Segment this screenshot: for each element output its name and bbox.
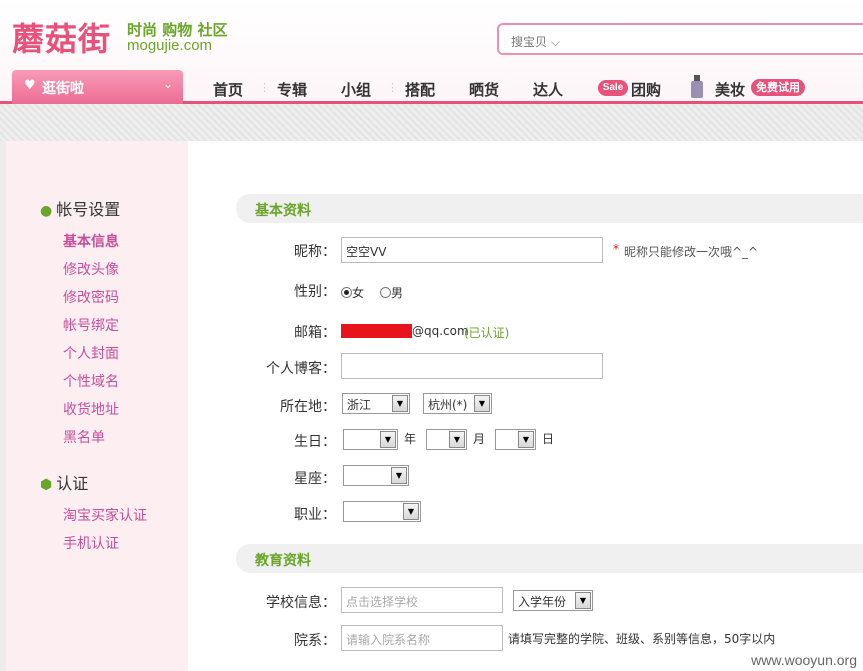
nav-separator: ⋮ [387, 81, 398, 94]
shield-icon: ⬢ [40, 477, 53, 493]
dropdown-arrow-icon: ▼ [449, 431, 465, 448]
sidebar-item-taobao-verify[interactable]: 淘宝买家认证 [63, 505, 147, 525]
go-street-menu[interactable]: ♥ 逛街啦 ⌄ [12, 70, 183, 104]
blog-field[interactable] [341, 353, 603, 379]
email-verified-status: (已认证) [464, 326, 510, 340]
go-street-label: 逛街啦 [42, 81, 84, 97]
province-select[interactable]: 浙江 ▼ [342, 393, 410, 414]
birthday-label: 生日： [294, 434, 336, 450]
city-value: 杭州(*) [428, 398, 468, 412]
radio-female[interactable] [341, 287, 352, 298]
account-settings-heading: ● 帐号设置 [40, 196, 120, 220]
email-suffix: @qq.com [412, 324, 469, 338]
nav-groups[interactable]: 小组 [341, 79, 371, 100]
perfume-icon [691, 75, 703, 98]
nav-albums[interactable]: 专辑 [277, 79, 307, 100]
zodiac-label: 星座： [294, 471, 336, 487]
year-unit: 年 [404, 432, 417, 446]
nickname-note: 昵称只能修改一次哦^_^ [624, 245, 759, 259]
redacted-email [341, 324, 412, 338]
watermark: www.wooyun.org [745, 649, 863, 671]
dropdown-arrow-icon: ▼ [575, 592, 591, 609]
nav-experts[interactable]: 达人 [533, 79, 563, 100]
email-label: 邮箱： [294, 325, 336, 341]
user-icon: ● [40, 203, 53, 219]
sidebar-item-blacklist[interactable]: 黑名单 [63, 427, 105, 447]
dropdown-arrow-icon: ▼ [474, 395, 490, 412]
nickname-label: 昵称： [294, 244, 336, 260]
free-trial-badge[interactable]: 免费试用 [751, 79, 805, 96]
account-settings-title: 帐号设置 [56, 200, 121, 219]
verify-title: 认证 [56, 474, 89, 493]
blog-label: 个人博客： [266, 361, 336, 377]
sidebar-item-password[interactable]: 修改密码 [63, 287, 119, 307]
sidebar-item-domain[interactable]: 个性域名 [63, 371, 119, 391]
department-label: 院系： [294, 633, 336, 649]
dropdown-arrow-icon: ▼ [403, 503, 419, 520]
dropdown-arrow-icon: ▼ [392, 395, 408, 412]
sidebar-item-binding[interactable]: 帐号绑定 [63, 315, 119, 335]
dropdown-arrow-icon: ▼ [391, 467, 407, 484]
search-scope-label: 搜宝贝 [511, 35, 548, 49]
sidebar-item-address[interactable]: 收货地址 [63, 399, 119, 419]
nav-outfits[interactable]: 搭配 [405, 79, 435, 100]
location-label: 所在地： [280, 399, 336, 415]
enrollment-year-value: 入学年份 [518, 595, 567, 609]
month-unit: 月 [473, 432, 486, 446]
search-input[interactable]: 搜宝贝 ⌵ [497, 23, 863, 55]
nav-group-buy[interactable]: 团购 [631, 79, 661, 100]
section-basic-info: 基本资料 [236, 194, 863, 223]
gender-female-label: 女 [352, 286, 365, 300]
heart-icon: ♥ [24, 78, 36, 93]
department-field[interactable]: 请输入院系名称 [341, 625, 503, 651]
sidebar-item-basic-info[interactable]: 基本信息 [63, 231, 119, 251]
birth-day-select[interactable]: ▼ [495, 429, 536, 450]
nav-home[interactable]: 首页 [213, 79, 243, 100]
sidebar-item-phone-verify[interactable]: 手机认证 [63, 533, 119, 553]
gender-male-option[interactable]: 男 [380, 284, 403, 301]
radio-male[interactable] [380, 287, 391, 298]
gender-male-label: 男 [391, 286, 404, 300]
school-label: 学校信息： [266, 595, 336, 611]
occupation-label: 职业： [294, 507, 336, 523]
occupation-select[interactable]: ▼ [343, 501, 421, 522]
day-unit: 日 [542, 432, 555, 446]
verify-heading: ⬢ 认证 [40, 470, 88, 494]
sidebar-item-cover[interactable]: 个人封面 [63, 343, 119, 363]
main-nav: ♥ 逛街啦 ⌄ 首页 ⋮ 专辑 小组 ⋮ 搭配 晒货 达人 Sale 团购 美妆… [0, 70, 863, 104]
decorative-stripe [0, 104, 863, 141]
logo-domain: mogujie.com [127, 37, 213, 54]
gender-label: 性别： [294, 284, 336, 300]
nickname-field[interactable]: 空空VV [341, 237, 603, 263]
birth-year-select[interactable]: ▼ [343, 429, 398, 450]
nav-beauty[interactable]: 美妆 [715, 79, 745, 100]
school-field[interactable]: 点击选择学校 [341, 587, 503, 613]
sidebar-item-avatar[interactable]: 修改头像 [63, 259, 119, 279]
province-value: 浙江 [347, 398, 372, 412]
birth-month-select[interactable]: ▼ [426, 429, 467, 450]
required-star: * [613, 242, 619, 256]
enrollment-year-select[interactable]: 入学年份 ▼ [513, 590, 593, 611]
gender-female-option[interactable]: 女 [341, 284, 364, 301]
nav-showoff[interactable]: 晒货 [469, 79, 499, 100]
dropdown-arrow-icon: ▼ [380, 431, 396, 448]
dropdown-arrow-icon: ▼ [518, 431, 534, 448]
chevron-down-icon: ⌵ [550, 35, 560, 49]
sale-badge: Sale [598, 80, 628, 96]
search-scope-select[interactable]: 搜宝贝 ⌵ [511, 33, 560, 50]
chevron-down-icon: ⌄ [162, 77, 173, 91]
section-education: 教育资料 [236, 544, 863, 573]
nav-separator: ⋮ [259, 81, 270, 94]
zodiac-select[interactable]: ▼ [343, 465, 409, 486]
department-hint: 请填写完整的学院、班级、系别等信息，50字以内 [508, 632, 776, 646]
city-select[interactable]: 杭州(*) ▼ [423, 393, 492, 414]
logo[interactable]: 蘑菇街 [12, 14, 111, 60]
